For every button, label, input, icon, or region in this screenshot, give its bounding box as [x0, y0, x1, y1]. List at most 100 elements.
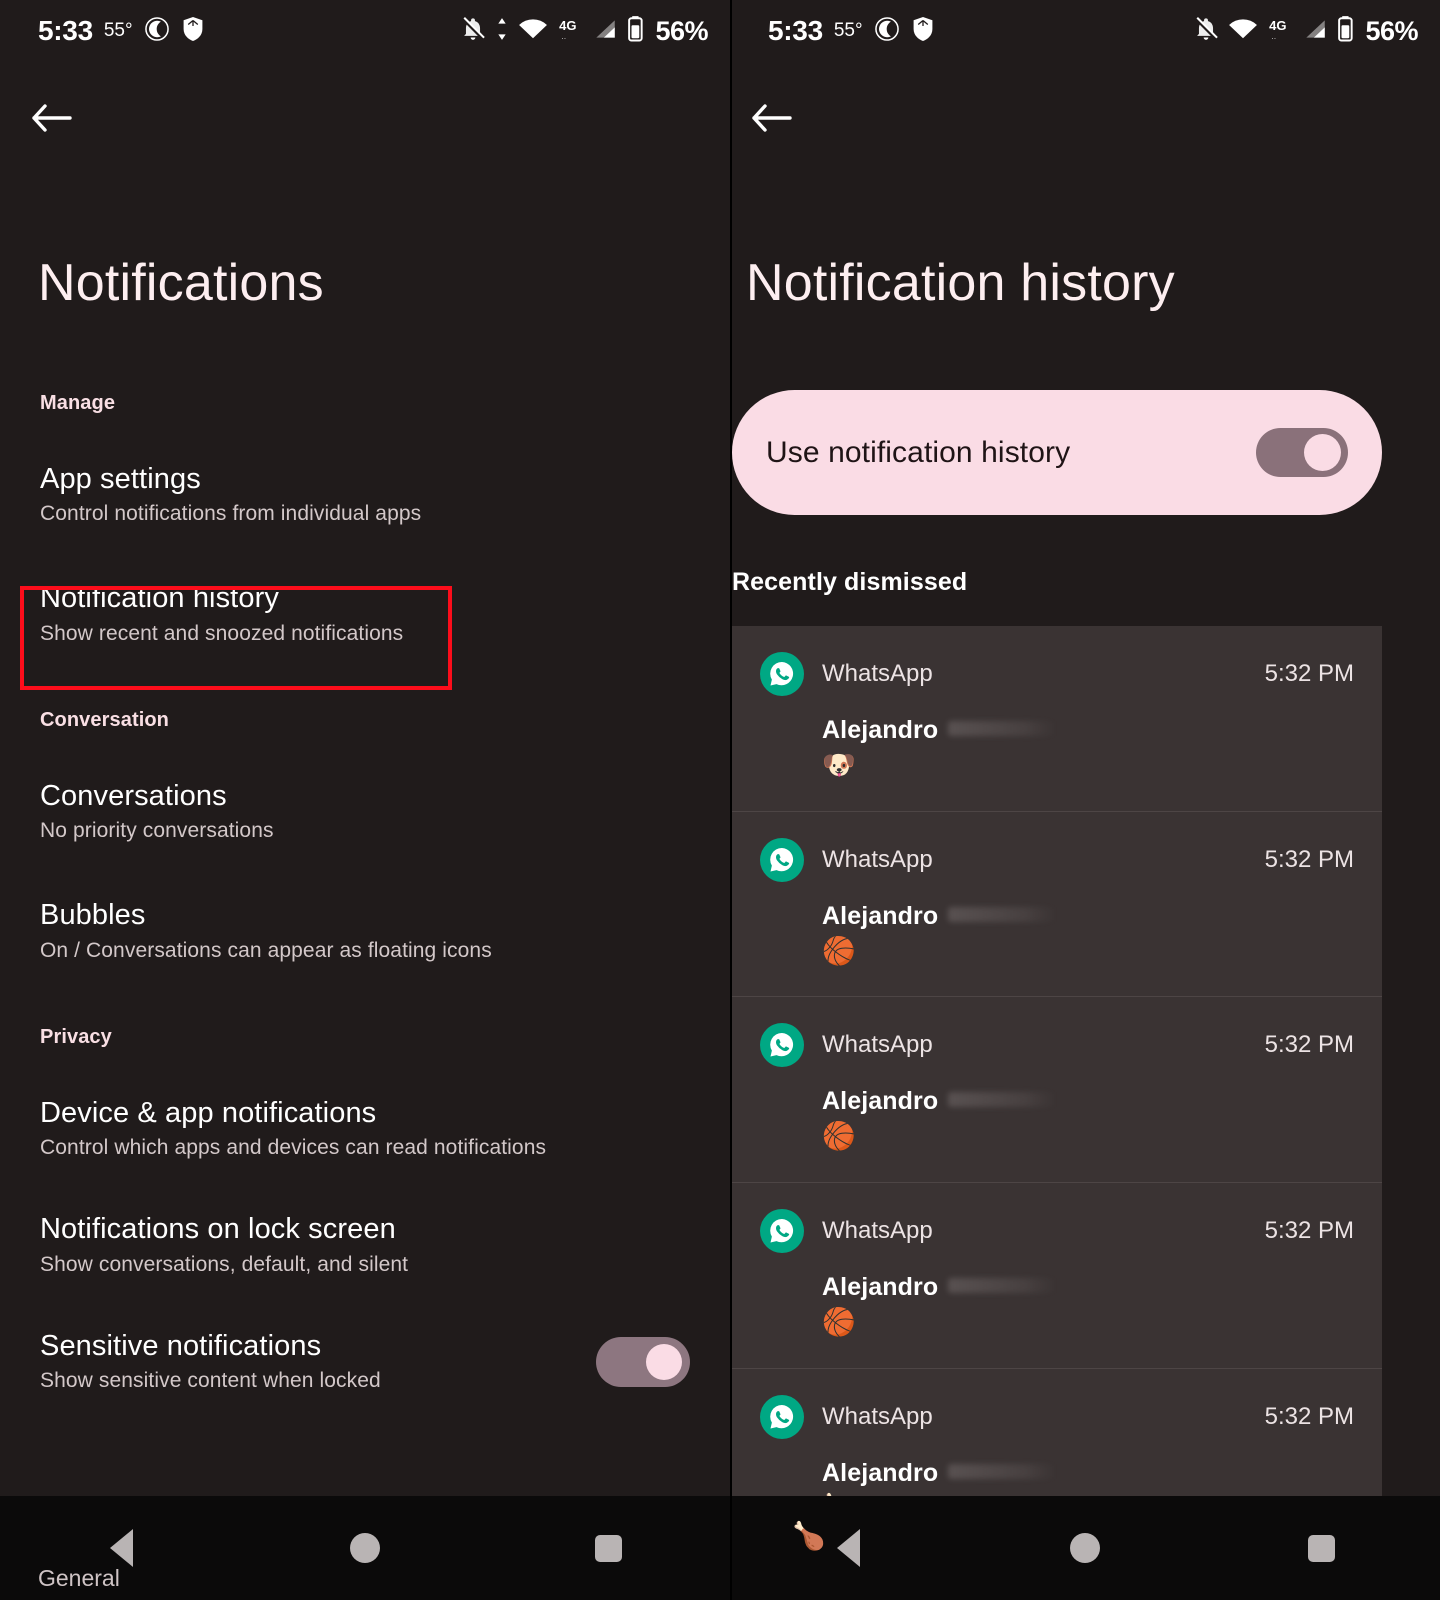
notification-history-list: WhatsApp 5:32 PM Alejandro 🐶 WhatsApp 5:… [732, 626, 1382, 1554]
pref-subtitle: Show conversations, default, and silent [40, 1252, 409, 1276]
notification-time: 5:32 PM [1264, 845, 1354, 873]
whatsapp-icon [760, 652, 804, 696]
notification-sender: Alejandro [822, 1087, 939, 1116]
back-arrow-icon [751, 100, 793, 141]
shield-icon [181, 16, 205, 47]
notification-header: WhatsApp 5:32 PM [760, 837, 1354, 882]
notification-item[interactable]: WhatsApp 5:32 PM Alejandro 🏀 [732, 810, 1382, 997]
recents-square-icon [594, 1534, 622, 1562]
back-triangle-icon [110, 1529, 134, 1567]
svg-text:..: .. [1272, 30, 1277, 40]
pref-subtitle: Show recent and snoozed notifications [40, 621, 404, 645]
back-button-right[interactable] [748, 96, 796, 144]
status-bar-left-group: 5:33 55° [768, 15, 935, 47]
pref-title: Device & app notifications [40, 1096, 377, 1129]
notification-header: WhatsApp 5:32 PM [760, 1023, 1354, 1068]
use-notification-history-card[interactable]: Use notification history [732, 390, 1382, 515]
notification-message-emoji: 🏀 [822, 935, 856, 966]
battery-icon [1337, 15, 1354, 47]
section-header-conversation: Conversation [40, 708, 170, 731]
data-transfer-icon [495, 16, 509, 47]
notification-item[interactable]: WhatsApp 5:32 PM Alejandro 🐶 [732, 626, 1382, 811]
nav-back-button[interactable] [730, 1496, 967, 1600]
notification-sender: Alejandro [822, 901, 939, 930]
footer-label-general: General [38, 1565, 120, 1591]
battery-icon [627, 15, 644, 47]
moon-icon [144, 16, 170, 47]
notification-app-name: WhatsApp [822, 845, 933, 873]
recently-dismissed-header: Recently dismissed [732, 568, 968, 596]
notifications-off-icon [1193, 16, 1219, 47]
nav-back-button[interactable] [0, 1496, 243, 1600]
pref-bubbles[interactable]: Bubbles On / Conversations can appear as… [0, 899, 730, 962]
notification-app-name: WhatsApp [822, 1402, 933, 1430]
pref-title: Conversations [40, 779, 227, 812]
notification-body: Alejandro 🐶 [822, 716, 1354, 781]
pref-title: Notification history [40, 582, 279, 615]
status-temperature: 55° [103, 20, 133, 41]
pref-app-settings[interactable]: App settings Control notifications from … [0, 463, 730, 526]
page-title-left: Notifications [38, 254, 324, 312]
partially-hidden-emoji: 🍗 [792, 1521, 826, 1551]
use-notification-history-toggle[interactable] [1256, 428, 1348, 477]
notification-sender: Alejandro [822, 716, 939, 744]
pref-title: App settings [40, 463, 201, 495]
notification-body: Alejandro 🏀 [822, 902, 1354, 967]
navigation-bar-right [730, 1496, 1440, 1600]
notification-app-name: WhatsApp [822, 660, 933, 687]
4g-icon: 4G.. [1267, 16, 1293, 47]
nav-recents-button[interactable] [487, 1496, 730, 1600]
notification-item[interactable]: WhatsApp 5:32 PM Alejandro 🏀 [732, 996, 1382, 1182]
notification-message-emoji: 🐶 [822, 750, 856, 780]
section-header-manage: Manage [40, 392, 116, 414]
pref-notification-history[interactable]: Notification history Show recent and sno… [0, 582, 730, 645]
toggle-knob [1304, 434, 1341, 471]
pref-title: Sensitive notifications [40, 1329, 322, 1362]
signal-icon [1302, 16, 1328, 47]
status-bar-right-group: 4G.. 56% [460, 15, 708, 47]
notification-item[interactable]: WhatsApp 5:32 PM Alejandro 🏀 [732, 1182, 1382, 1368]
pref-sensitive-notifications-text: Sensitive notifications Show sensitive c… [40, 1330, 596, 1393]
pref-notifications-lock-screen-text: Notifications on lock screen Show conver… [40, 1213, 690, 1276]
notification-message-emoji: 🏀 [822, 1307, 856, 1338]
nav-recents-button[interactable] [1203, 1496, 1440, 1600]
status-bar-left-group: 5:33 55° [38, 15, 205, 47]
notification-time: 5:32 PM [1264, 1402, 1354, 1430]
dual-screenshot: 5:33 55° 4G.. 56% Notifications Manage A… [0, 0, 1440, 1600]
notification-header: WhatsApp 5:32 PM [760, 1394, 1354, 1439]
back-button-left[interactable] [28, 96, 76, 144]
pref-app-settings-text: App settings Control notifications from … [40, 463, 690, 526]
redacted-text [948, 721, 1057, 736]
right-phone-screen: 5:33 55° 4G.. 56% Notification history U… [730, 0, 1440, 1600]
whatsapp-icon [760, 1394, 804, 1439]
pref-subtitle: No priority conversations [40, 819, 274, 843]
pref-notification-history-text: Notification history Show recent and sno… [40, 582, 690, 645]
4g-icon: 4G.. [557, 16, 583, 47]
status-battery-percent: 56% [655, 15, 708, 46]
home-circle-icon [349, 1533, 380, 1563]
redacted-text [948, 1278, 1057, 1294]
pref-notifications-lock-screen[interactable]: Notifications on lock screen Show conver… [0, 1213, 730, 1276]
home-circle-icon [1070, 1533, 1100, 1563]
pref-sensitive-notifications[interactable]: Sensitive notifications Show sensitive c… [0, 1330, 730, 1393]
redacted-text [948, 1092, 1057, 1108]
status-temperature: 55° [833, 20, 863, 41]
whatsapp-icon [760, 1209, 804, 1254]
pref-subtitle: Show sensitive content when locked [40, 1369, 381, 1393]
pref-subtitle: On / Conversations can appear as floatin… [40, 938, 492, 962]
back-triangle-icon [836, 1529, 860, 1567]
status-bar-right: 5:33 55° 4G.. 56% [730, 0, 1440, 62]
sensitive-notifications-toggle[interactable] [596, 1336, 690, 1387]
notification-message-emoji: 🏀 [822, 1121, 856, 1152]
pref-title: Bubbles [40, 899, 146, 932]
pref-conversations[interactable]: Conversations No priority conversations [0, 780, 730, 843]
notification-time: 5:32 PM [1264, 660, 1354, 687]
panel-divider [730, 0, 732, 1600]
whatsapp-icon [760, 1023, 804, 1068]
nav-home-button[interactable] [967, 1496, 1204, 1600]
nav-home-button[interactable] [243, 1496, 486, 1600]
signal-icon [592, 16, 618, 47]
pref-device-app-notifications[interactable]: Device & app notifications Control which… [0, 1097, 730, 1160]
status-bar-right-group: 4G.. 56% [1193, 15, 1418, 47]
notification-sender: Alejandro [822, 1458, 939, 1487]
